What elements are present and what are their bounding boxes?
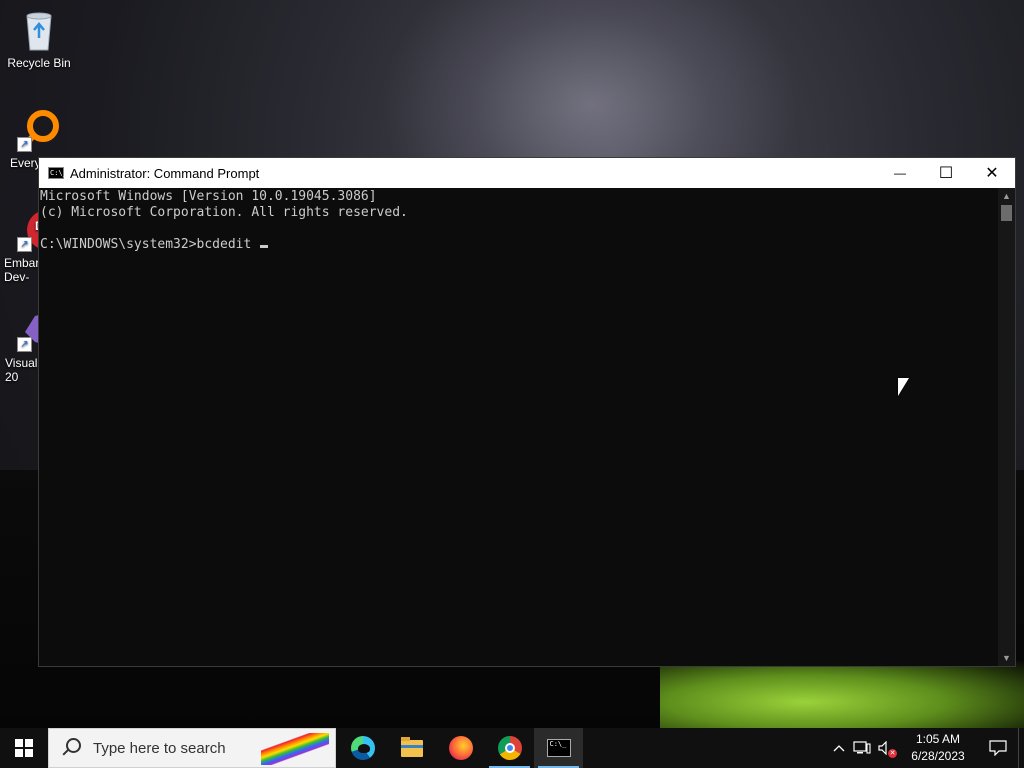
console-line: Microsoft Windows [Version 10.0.19045.30… <box>40 189 377 204</box>
window-title: Administrator: Command Prompt <box>70 165 260 181</box>
taskbar-app-chrome[interactable] <box>485 728 534 768</box>
scrollbar-thumb[interactable] <box>1001 205 1012 221</box>
file-explorer-icon <box>400 736 423 757</box>
vertical-scrollbar[interactable]: ▲ ▼ <box>998 188 1015 666</box>
search-input[interactable] <box>93 739 253 757</box>
close-icon: ✕ <box>985 165 999 182</box>
taskbar-app-edge[interactable] <box>338 728 387 768</box>
windows-logo-icon <box>15 739 33 757</box>
command-prompt-icon: C:\_ <box>48 167 67 179</box>
taskbar: C:\_ ✕ 1:05 AM 6/28/2023 <box>0 728 1024 768</box>
everything-search-icon: ↗ <box>17 108 61 152</box>
show-hidden-icons-chevron-icon[interactable] <box>828 728 850 768</box>
scroll-down-arrow-icon[interactable]: ▼ <box>998 650 1015 666</box>
firefox-icon <box>448 736 473 760</box>
taskbar-app-file-explorer[interactable] <box>387 728 436 768</box>
edge-icon <box>350 736 375 760</box>
desktop-icon-label: Recycle Bin <box>7 56 71 70</box>
shortcut-arrow-icon: ↗ <box>17 337 32 352</box>
shortcut-arrow-icon: ↗ <box>17 237 32 252</box>
clock-date: 6/28/2023 <box>911 749 965 763</box>
wallpaper-tent <box>660 660 1024 730</box>
maximize-button[interactable]: ☐ <box>923 158 969 188</box>
shortcut-arrow-icon: ↗ <box>17 137 32 152</box>
command-prompt-icon: C:\_ <box>546 739 571 757</box>
console-line: (c) Microsoft Corporation. All rights re… <box>40 205 408 220</box>
taskbar-search-box[interactable] <box>48 728 336 768</box>
search-highlight-graphic <box>261 733 329 765</box>
system-tray: ✕ 1:05 AM 6/28/2023 <box>828 728 1024 768</box>
notifications-icon[interactable] <box>978 728 1018 768</box>
command-prompt-window[interactable]: C:\_ Administrator: Command Prompt — ☐ ✕… <box>38 157 1016 667</box>
window-titlebar[interactable]: C:\_ Administrator: Command Prompt — ☐ ✕ <box>39 158 1015 188</box>
taskbar-clock[interactable]: 1:05 AM 6/28/2023 <box>898 728 978 768</box>
network-icon[interactable] <box>850 728 874 768</box>
start-button[interactable] <box>0 728 48 768</box>
clock-time: 1:05 AM <box>915 732 961 746</box>
console-output[interactable]: Microsoft Windows [Version 10.0.19045.30… <box>39 188 997 666</box>
show-desktop-button[interactable] <box>1018 728 1024 768</box>
volume-muted-icon[interactable]: ✕ <box>874 728 898 768</box>
minimize-icon: — <box>894 166 906 180</box>
desktop-icon-recycle-bin[interactable]: Recycle Bin <box>1 8 77 70</box>
taskbar-app-command-prompt[interactable]: C:\_ <box>534 728 583 768</box>
taskbar-app-firefox[interactable] <box>436 728 485 768</box>
maximize-icon: ☐ <box>938 165 954 182</box>
mouse-pointer-icon <box>898 378 909 396</box>
text-cursor <box>260 245 269 248</box>
minimize-button[interactable]: — <box>877 158 923 188</box>
console-prompt-line: C:\WINDOWS\system32>bcdedit <box>40 237 997 253</box>
search-icon <box>61 737 83 759</box>
close-button[interactable]: ✕ <box>969 158 1015 188</box>
recycle-bin-icon <box>17 8 61 52</box>
console-command: C:\WINDOWS\system32>bcdedit <box>40 237 260 252</box>
scroll-up-arrow-icon[interactable]: ▲ <box>998 188 1015 204</box>
chrome-icon <box>497 736 522 760</box>
